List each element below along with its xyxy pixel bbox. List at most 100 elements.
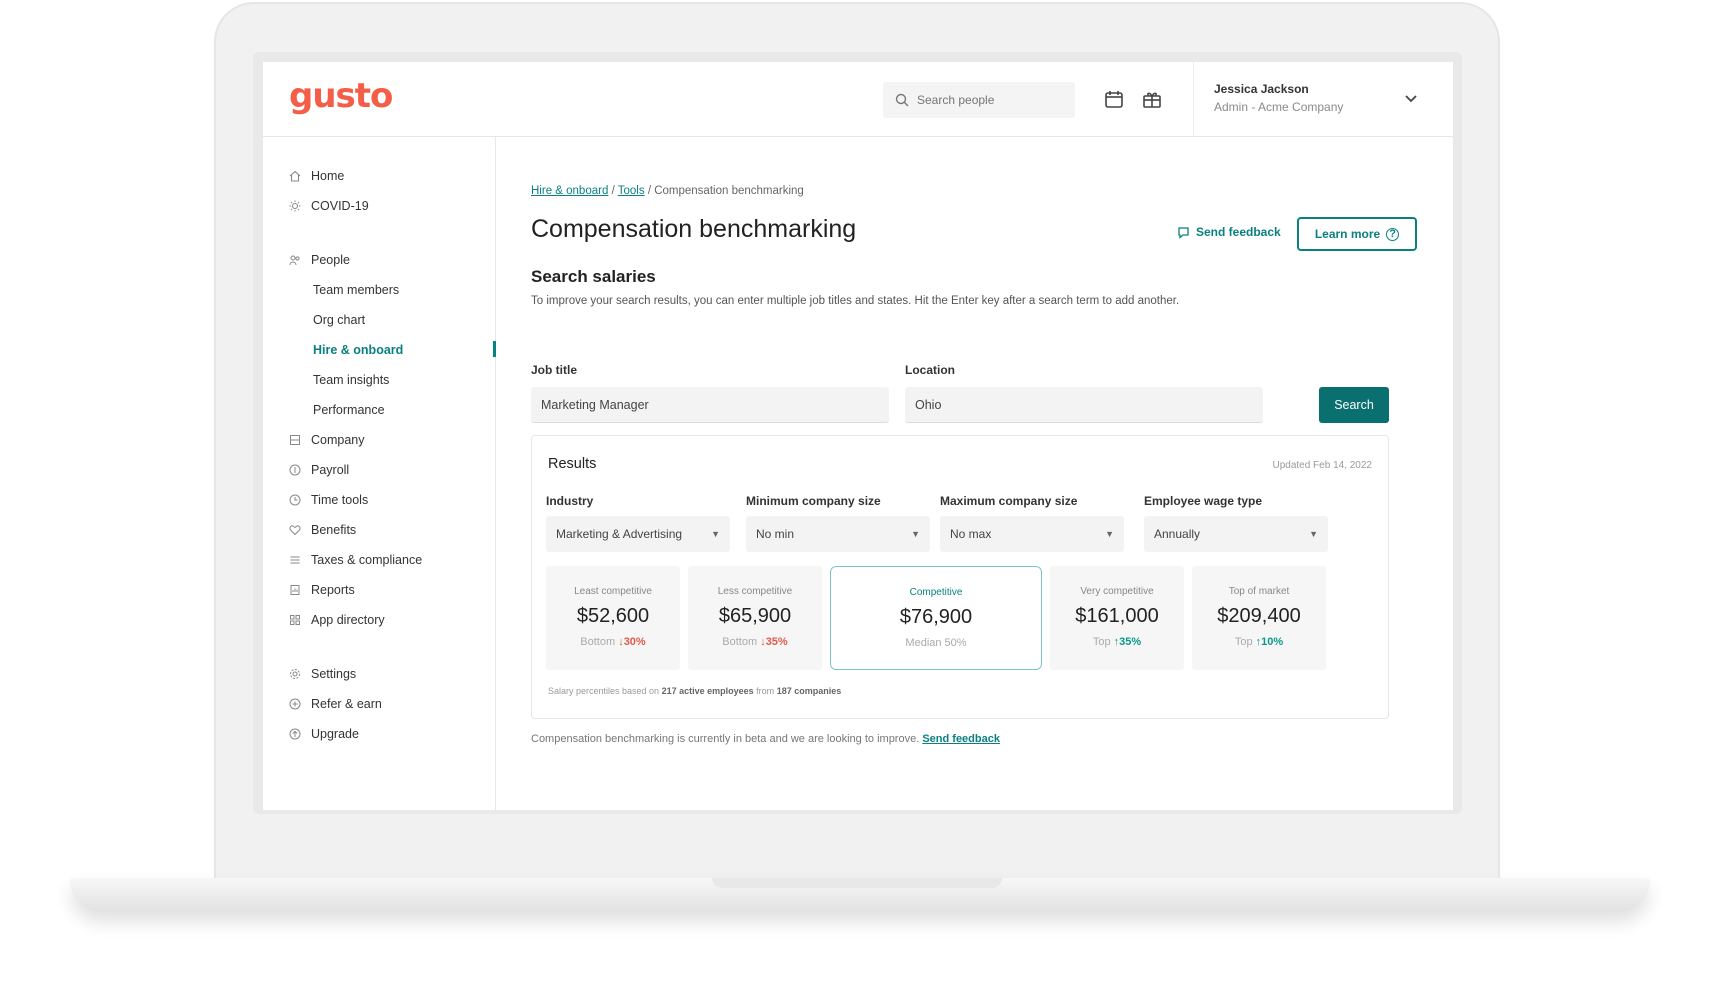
stat-top-of-market: Top of market $209,400 Top ↑10% [1192, 566, 1326, 670]
beta-note: Compensation benchmarking is currently i… [531, 733, 1000, 745]
stat-sub-prefix: Top [1092, 636, 1111, 648]
sidebar-item-label: Time tools [311, 493, 369, 507]
location-input[interactable] [905, 387, 1263, 423]
app-screen: gusto Jessica Jackson Admin - Acme Compa… [263, 62, 1453, 810]
calendar-icon[interactable] [1103, 88, 1125, 110]
stat-delta: ↓30% [618, 636, 646, 648]
beta-text: Compensation benchmarking is currently i… [531, 733, 920, 745]
sidebar-item-hire-onboard[interactable]: Hire & onboard [313, 343, 403, 357]
stat-sub: Bottom ↓30% [546, 636, 680, 648]
sidebar-item-org-chart[interactable]: Org chart [313, 313, 365, 327]
job-title-input[interactable] [531, 387, 889, 423]
sidebar-item-label: COVID-19 [311, 199, 369, 213]
sidebar-item-time-tools[interactable]: Time tools [289, 493, 368, 507]
sidebar-item-label: Refer & earn [311, 697, 382, 711]
stat-competitive: Competitive $76,900 Median 50% [830, 566, 1042, 670]
laptop-notch [712, 878, 1002, 888]
grid-icon [290, 615, 300, 625]
sidebar-item-label: Team insights [313, 373, 390, 387]
sidebar-item-label: Performance [313, 403, 385, 417]
sidebar-item-reports[interactable]: Reports [289, 583, 355, 597]
sidebar-item-covid[interactable]: COVID-19 [289, 199, 369, 213]
user-menu[interactable]: Jessica Jackson Admin - Acme Company [1193, 62, 1453, 137]
page-title: Compensation benchmarking [531, 215, 857, 243]
sidebar-item-payroll[interactable]: Payroll [289, 463, 349, 477]
breadcrumb: Hire & onboard / Tools / Compensation be… [531, 185, 804, 197]
min-size-value: No min [756, 527, 795, 541]
stat-sub-prefix: Bottom [722, 636, 758, 648]
stat-label: Less competitive [717, 586, 793, 597]
top-bar: gusto Jessica Jackson Admin - Acme Compa… [263, 62, 1453, 137]
sidebar-item-label: Company [311, 433, 365, 447]
sidebar-item-app-directory[interactable]: App directory [289, 613, 385, 627]
clock-icon [289, 494, 301, 506]
sidebar-item-company[interactable]: Company [289, 433, 365, 447]
results-title: Results [548, 456, 597, 472]
sidebar-item-home[interactable]: Home [289, 169, 344, 183]
sidebar-item-performance[interactable]: Performance [313, 403, 385, 417]
sidebar-item-people[interactable]: People [289, 253, 350, 267]
wage-type-label: Employee wage type [1144, 494, 1263, 508]
breadcrumb-link-tools[interactable]: Tools [618, 185, 645, 197]
stat-sub-prefix: Top [1234, 636, 1253, 648]
sidebar-item-refer-earn[interactable]: Refer & earn [289, 697, 382, 711]
sidebar-item-settings[interactable]: Settings [289, 667, 356, 681]
stat-sub: Top ↑35% [1050, 636, 1184, 648]
stat-value: $52,600 [576, 605, 650, 627]
wage-type-value: Annually [1154, 527, 1201, 541]
max-size-label: Maximum company size [940, 494, 1078, 508]
stat-sub: Median 50% [831, 637, 1041, 649]
search-people-box[interactable] [883, 82, 1075, 118]
footnote-prefix: Salary percentiles based on [548, 686, 660, 696]
min-size-select[interactable]: No min ▼ [746, 516, 930, 552]
building-icon [290, 435, 300, 445]
wage-type-select[interactable]: Annually ▼ [1144, 516, 1328, 552]
people-icon [289, 255, 300, 266]
stat-very-competitive: Very competitive $161,000 Top ↑35% [1050, 566, 1184, 670]
industry-select[interactable]: Marketing & Advertising ▼ [546, 516, 730, 552]
learn-more-button[interactable]: Learn more ? [1297, 217, 1417, 251]
sidebar-item-label: Settings [311, 667, 357, 681]
stat-value: $65,900 [718, 605, 792, 627]
breadcrumb-link-hire[interactable]: Hire & onboard [531, 185, 608, 197]
sidebar-item-label: Hire & onboard [313, 343, 404, 357]
stat-value: $161,000 [1075, 605, 1159, 627]
chevron-down-icon[interactable] [1403, 90, 1419, 106]
send-feedback-link[interactable]: Send feedback [1177, 225, 1281, 239]
stat-sub-prefix: Bottom [580, 636, 616, 648]
chevron-down-icon: ▼ [1309, 529, 1318, 539]
stat-least-competitive: Least competitive $52,600 Bottom ↓30% [546, 566, 680, 670]
footnote-companies: 187 companies [776, 686, 842, 696]
stat-sub: Bottom ↓35% [688, 636, 822, 648]
sidebar-item-label: App directory [311, 613, 385, 627]
sidebar-item-benefits[interactable]: Benefits [289, 523, 356, 537]
gift-icon[interactable] [1141, 88, 1163, 110]
footnote-mid: from [756, 686, 775, 696]
max-size-select[interactable]: No max ▼ [940, 516, 1124, 552]
sidebar-item-taxes[interactable]: Taxes & compliance [289, 553, 422, 567]
main-content: Hire & onboard / Tools / Compensation be… [497, 137, 1453, 810]
chevron-down-icon: ▼ [911, 529, 920, 539]
learn-more-label: Learn more [1314, 227, 1381, 241]
beta-send-feedback-link[interactable]: Send feedback [922, 733, 1000, 745]
sidebar-item-team-members[interactable]: Team members [313, 283, 399, 297]
gusto-logo[interactable]: gusto [289, 76, 393, 116]
chevron-down-icon: ▼ [711, 529, 720, 539]
stat-sub-prefix: Median 50% [905, 637, 967, 649]
sidebar-item-label: Home [311, 169, 345, 183]
search-people-input[interactable] [917, 93, 1067, 107]
search-icon [895, 93, 909, 107]
send-feedback-label: Send feedback [1196, 225, 1281, 239]
industry-value: Marketing & Advertising [556, 527, 683, 541]
chevron-down-icon: ▼ [1105, 529, 1114, 539]
sidebar-item-label: Team members [313, 283, 400, 297]
sidebar-item-upgrade[interactable]: Upgrade [289, 727, 359, 741]
max-size-value: No max [950, 527, 992, 541]
stat-value: $209,400 [1217, 605, 1301, 627]
stat-label: Competitive [909, 587, 963, 598]
sidebar-item-team-insights[interactable]: Team insights [313, 373, 389, 387]
search-button[interactable]: Search [1319, 387, 1389, 423]
help-icon: ? [1386, 227, 1400, 241]
home-icon [289, 170, 301, 182]
sidebar-item-label: Benefits [311, 523, 357, 537]
